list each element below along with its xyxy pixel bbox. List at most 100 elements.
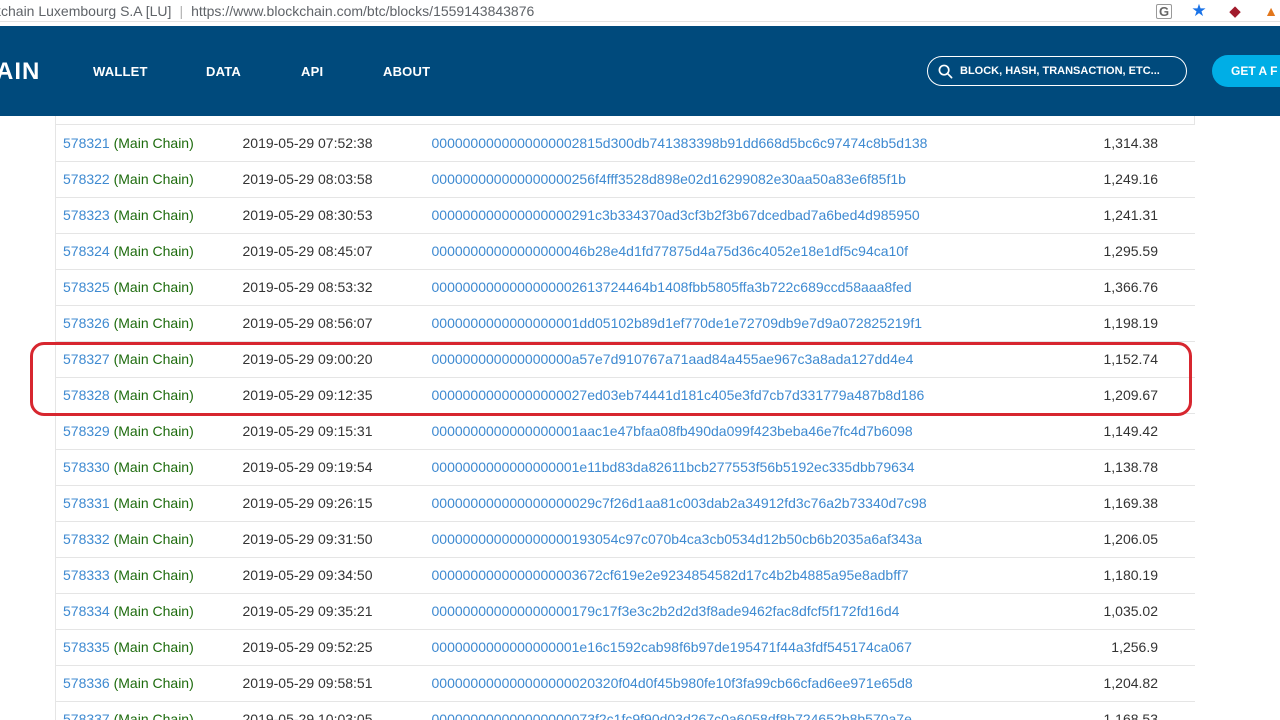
block-row: 578336 (Main Chain) 2019-05-29 09:58:51 00…: [55, 665, 1195, 702]
block-hash-link[interactable]: 000000000000000000a57e7d910767a71aad84a4…: [432, 351, 914, 367]
block-time: 2019-05-29 08:03:58: [242, 161, 432, 198]
block-height-link[interactable]: 578322: [63, 171, 110, 187]
metamask-fox-icon[interactable]: ▲: [1262, 2, 1280, 20]
block-height-link[interactable]: 578327: [63, 351, 110, 367]
block-hash-link[interactable]: 0000000000000000003672cf619e2e9234854582…: [432, 567, 909, 583]
nav-data[interactable]: DATA: [206, 64, 241, 79]
browser-address-bar[interactable]: kchain Luxembourg S.A [LU] | https://www…: [0, 0, 1280, 22]
block-row: 578335 (Main Chain) 2019-05-29 09:52:25 00…: [55, 629, 1195, 666]
block-height-link[interactable]: 578324: [63, 243, 110, 259]
block-time: 2019-05-29 09:52:25: [242, 629, 432, 666]
block-hash-cell: 000000000000000000a57e7d910767a71aad84a4…: [431, 341, 1094, 378]
chain-label: (Main Chain): [109, 567, 194, 583]
chain-label: (Main Chain): [109, 711, 194, 720]
url-text[interactable]: https://www.blockchain.com/btc/blocks/15…: [191, 3, 534, 19]
chain-label: (Main Chain): [109, 639, 194, 655]
block-height-link[interactable]: 578332: [63, 531, 110, 547]
translate-icon[interactable]: G: [1156, 3, 1172, 19]
extension-icon[interactable]: ◆: [1226, 2, 1244, 20]
block-hash-link[interactable]: 0000000000000000001dd05102b89d1ef770de1e…: [432, 315, 923, 331]
block-row: 578324 (Main Chain) 2019-05-29 08:45:07 00…: [55, 233, 1195, 270]
block-hash-link[interactable]: 0000000000000000001aac1e47bfaa08fb490da0…: [432, 423, 913, 439]
block-time: 2019-05-29 09:15:31: [242, 413, 432, 450]
block-size: 1,249.16: [1093, 161, 1195, 198]
block-size: 1,180.19: [1093, 557, 1195, 594]
block-hash-link[interactable]: 000000000000000000020320f04d0f45b980fe10…: [432, 675, 913, 691]
block-hash-link[interactable]: 00000000000000000046b28e4d1fd77875d4a75d…: [432, 243, 908, 259]
block-height-cell: 578321 (Main Chain): [55, 125, 243, 162]
block-hash-cell: 00000000000000000046b28e4d1fd77875d4a75d…: [431, 233, 1094, 270]
block-hash-link[interactable]: 000000000000000000029c7f26d1aa81c003dab2…: [432, 495, 927, 511]
block-time: 2019-05-29 09:58:51: [242, 665, 432, 702]
block-hash-cell: 000000000000000000179c17f3e3c2b2d2d3f8ad…: [431, 593, 1094, 630]
block-hash-link[interactable]: 000000000000000000256f4fff3528d898e02d16…: [432, 171, 906, 187]
block-size: 1,314.38: [1093, 125, 1195, 162]
block-height-link[interactable]: 578323: [63, 207, 110, 223]
address-separator: |: [179, 2, 184, 19]
blocks-table: 578321 (Main Chain) 2019-05-29 07:52:38 00…: [55, 125, 1195, 720]
block-hash-cell: 0000000000000000001e16c1592cab98f6b97de1…: [431, 629, 1094, 666]
bookmark-star-icon[interactable]: ★: [1190, 1, 1208, 20]
block-height-link[interactable]: 578321: [63, 135, 110, 151]
nav-api[interactable]: API: [301, 64, 323, 79]
block-size: 1,256.9: [1093, 629, 1195, 666]
block-time: 2019-05-29 08:53:32: [242, 269, 432, 306]
block-size: 1,241.31: [1093, 197, 1195, 234]
block-size: 1,152.74: [1093, 341, 1195, 378]
block-size: 1,198.19: [1093, 305, 1195, 342]
block-height-link[interactable]: 578333: [63, 567, 110, 583]
block-hash-cell: 0000000000000000001dd05102b89d1ef770de1e…: [431, 305, 1094, 342]
block-height-link[interactable]: 578328: [63, 387, 110, 403]
block-row: 578337 (Main Chain) 2019-05-29 10:03:05 00…: [55, 701, 1195, 720]
block-height-link[interactable]: 578326: [63, 315, 110, 331]
block-hash-link[interactable]: 000000000000000000291c3b334370ad3cf3b2f3…: [432, 207, 920, 223]
block-hash-link[interactable]: 0000000000000000001e11bd83da82611bcb2775…: [432, 459, 915, 475]
block-size: 1,206.05: [1093, 521, 1195, 558]
block-height-link[interactable]: 578337: [63, 711, 110, 720]
get-wallet-button[interactable]: GET A F: [1212, 55, 1280, 87]
block-time: 2019-05-29 09:26:15: [242, 485, 432, 522]
blocks-table-container[interactable]: 578321 (Main Chain) 2019-05-29 07:52:38 00…: [55, 116, 1195, 720]
block-height-link[interactable]: 578325: [63, 279, 110, 295]
nav-about[interactable]: ABOUT: [383, 64, 430, 79]
nav-wallet[interactable]: WALLET: [93, 64, 148, 79]
block-time: 2019-05-29 08:45:07: [242, 233, 432, 270]
block-height-link[interactable]: 578330: [63, 459, 110, 475]
block-height-cell: 578332 (Main Chain): [55, 521, 243, 558]
block-row: 578323 (Main Chain) 2019-05-29 08:30:53 00…: [55, 197, 1195, 234]
search-box[interactable]: [927, 56, 1187, 86]
block-row: 578332 (Main Chain) 2019-05-29 09:31:50 00…: [55, 521, 1195, 558]
block-size: 1,295.59: [1093, 233, 1195, 270]
block-hash-link[interactable]: 0000000000000000001e16c1592cab98f6b97de1…: [432, 639, 912, 655]
chain-label: (Main Chain): [109, 171, 194, 187]
block-row: 578330 (Main Chain) 2019-05-29 09:19:54 00…: [55, 449, 1195, 486]
block-height-cell: 578323 (Main Chain): [55, 197, 243, 234]
block-row: 578322 (Main Chain) 2019-05-29 08:03:58 00…: [55, 161, 1195, 198]
block-height-cell: 578330 (Main Chain): [55, 449, 243, 486]
search-icon: [938, 64, 953, 78]
block-height-link[interactable]: 578334: [63, 603, 110, 619]
block-hash-link[interactable]: 00000000000000000027ed03eb74441d181c405e…: [432, 387, 925, 403]
block-height-link[interactable]: 578331: [63, 495, 110, 511]
search-input[interactable]: [960, 65, 1170, 77]
block-height-link[interactable]: 578329: [63, 423, 110, 439]
block-size: 1,366.76: [1093, 269, 1195, 306]
block-row: 578329 (Main Chain) 2019-05-29 09:15:31 00…: [55, 413, 1195, 450]
block-height-link[interactable]: 578336: [63, 675, 110, 691]
block-size: 1,209.67: [1093, 377, 1195, 414]
chain-label: (Main Chain): [109, 351, 194, 367]
block-row: 578334 (Main Chain) 2019-05-29 09:35:21 00…: [55, 593, 1195, 630]
chain-label: (Main Chain): [109, 675, 194, 691]
block-hash-link[interactable]: 000000000000000000179c17f3e3c2b2d2d3f8ad…: [432, 603, 900, 619]
block-hash-link[interactable]: 000000000000000000073f2c1fc9f90d03d267c0…: [432, 711, 912, 720]
block-row: 578331 (Main Chain) 2019-05-29 09:26:15 00…: [55, 485, 1195, 522]
block-hash-link[interactable]: 000000000000000000193054c97c070b4ca3cb05…: [432, 531, 923, 547]
block-hash-cell: 000000000000000000020320f04d0f45b980fe10…: [431, 665, 1094, 702]
block-time: 2019-05-29 09:00:20: [242, 341, 432, 378]
block-height-link[interactable]: 578335: [63, 639, 110, 655]
block-hash-link[interactable]: 0000000000000000002815d300db741383398b91…: [432, 135, 928, 151]
block-hash-cell: 0000000000000000002815d300db741383398b91…: [431, 125, 1094, 162]
site-header: AIN WALLET DATA API ABOUT GET A F: [0, 26, 1280, 116]
block-hash-link[interactable]: 0000000000000000002613724464b1408fbb5805…: [432, 279, 912, 295]
site-logo[interactable]: AIN: [0, 58, 40, 86]
